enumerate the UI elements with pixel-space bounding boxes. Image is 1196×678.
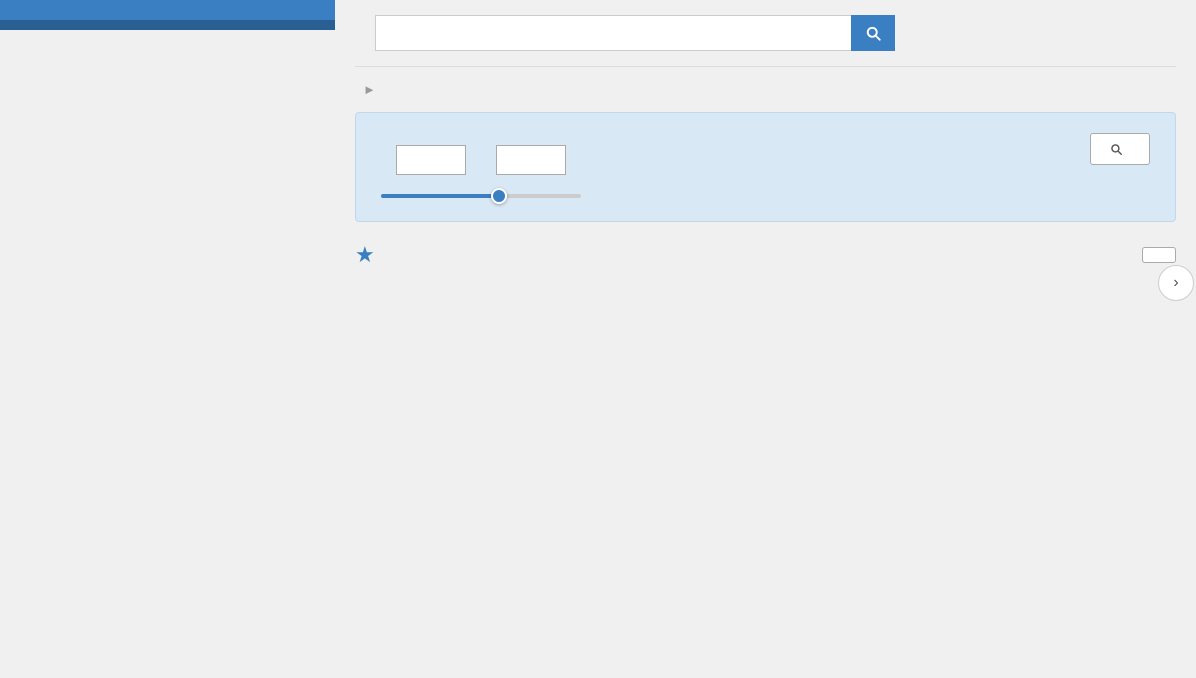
- filter-range: [381, 145, 581, 175]
- search-button[interactable]: [851, 15, 895, 51]
- filter-box: [355, 112, 1176, 222]
- hits-star-icon: ★: [355, 242, 375, 268]
- breadcrumb: ►: [355, 82, 1176, 97]
- search-input[interactable]: [375, 15, 851, 51]
- filter-from-input[interactable]: [396, 145, 466, 175]
- filter-slider-container: [381, 185, 581, 201]
- header: [355, 15, 1176, 67]
- filter-show-button[interactable]: [1090, 133, 1150, 165]
- carousel-next-button[interactable]: ›: [1158, 265, 1194, 301]
- search-bar: [375, 15, 895, 51]
- search-icon: [864, 24, 882, 42]
- sidebar: [0, 0, 335, 678]
- main-content: ►: [335, 0, 1196, 678]
- hits-header: ★: [355, 242, 1176, 268]
- filter-price-slider[interactable]: [381, 194, 581, 198]
- sidebar-cameras-menu[interactable]: [0, 0, 335, 20]
- hits-view-all-button[interactable]: [1142, 247, 1176, 263]
- breadcrumb-separator: ►: [363, 82, 376, 97]
- hits-title-group: ★: [355, 242, 385, 268]
- search-icon-small: [1109, 142, 1123, 156]
- filter-actions: [1090, 133, 1150, 165]
- filter-to-input[interactable]: [496, 145, 566, 175]
- filter-cost-section: [381, 133, 581, 201]
- sidebar-submenu: [0, 20, 335, 30]
- filter-manufacturers: [621, 133, 1050, 145]
